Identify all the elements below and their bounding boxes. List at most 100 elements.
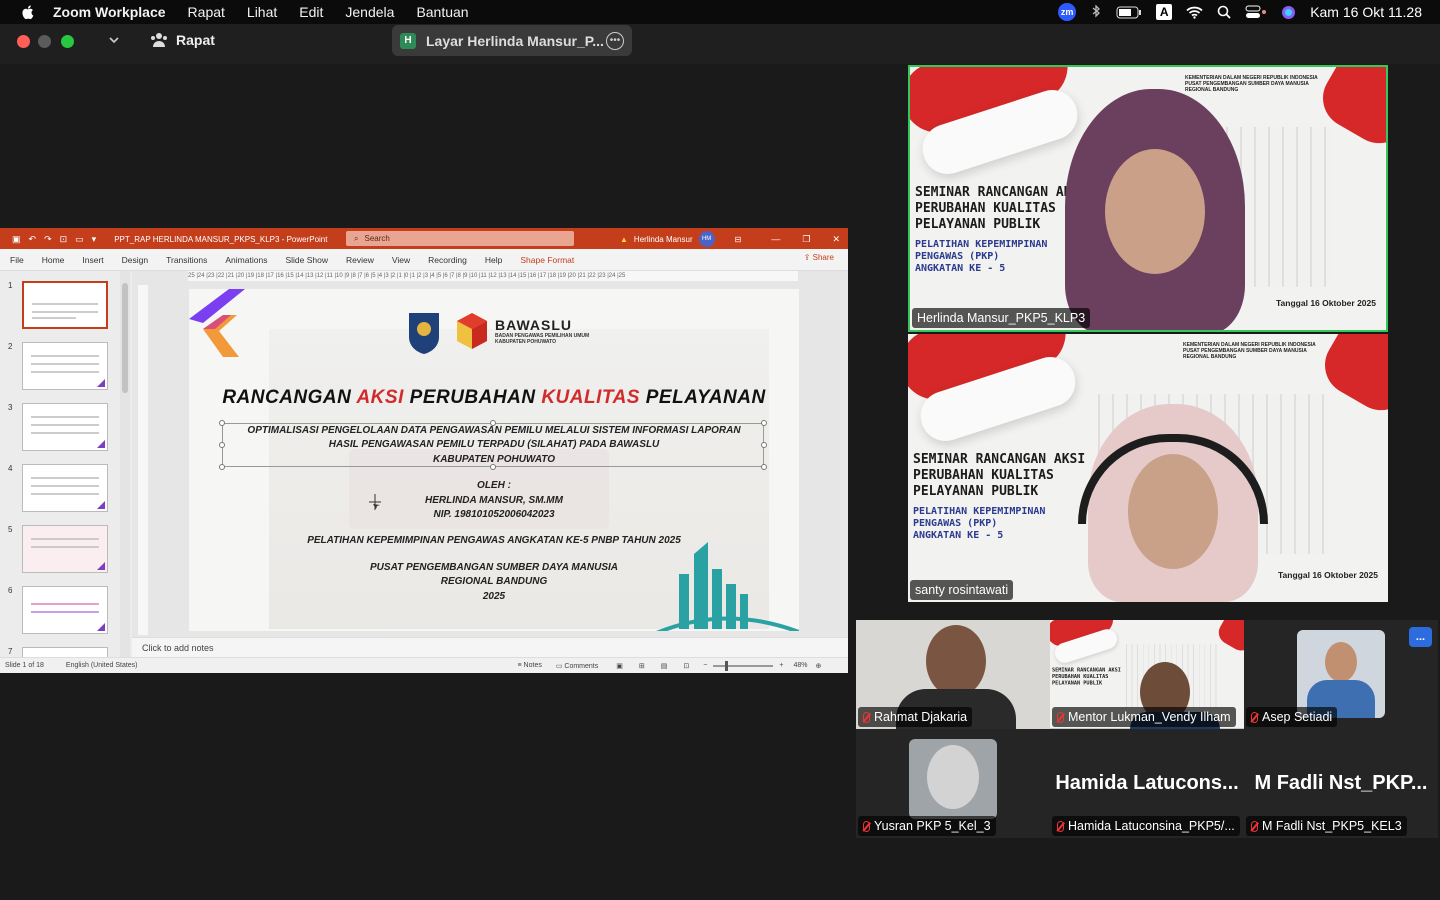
present-icon[interactable]: ⊡ (60, 234, 68, 245)
menu-rapat[interactable]: Rapat (188, 4, 225, 20)
thumbnail-row[interactable]: 3 (6, 403, 126, 455)
thumbnail-scrollbar[interactable] (120, 271, 130, 657)
more-options-icon[interactable]: ••• (606, 31, 624, 50)
screen-share-pill[interactable]: H Layar Herlinda Mansur_P... ••• (392, 25, 632, 56)
tab-shape-format[interactable]: Shape Format (520, 255, 574, 265)
minimize-window-button[interactable] (38, 35, 51, 48)
video-tile-active-speaker[interactable]: KEMENTERIAN DALAM NEGERI REPUBLIK INDONE… (908, 65, 1388, 332)
slide-title[interactable]: RANCANGAN AKSI PERUBAHAN KUALITAS PELAYA… (189, 387, 799, 409)
battery-icon[interactable] (1116, 6, 1142, 19)
siri-icon[interactable] (1281, 5, 1296, 20)
tab-slide-show[interactable]: Slide Show (285, 255, 328, 265)
menu-edit[interactable]: Edit (299, 4, 323, 20)
background-seminar-title: SEMINAR RANCANGAN AKSI PERUBAHAN KUALITAS… (1052, 667, 1121, 686)
video-tile[interactable]: KEMENTERIAN DALAM NEGERI REPUBLIK INDONE… (908, 334, 1388, 602)
horizontal-ruler: 25 |24 |23 |22 |21 |20 |19 |18 |17 |16 |… (188, 271, 798, 281)
chevron-down-icon[interactable] (107, 33, 121, 47)
video-tile[interactable]: Hamida Latucons... Hamida Latuconsina_PK… (1050, 729, 1244, 838)
current-slide[interactable]: BAWASLU BADAN PENGAWAS PEMILIHAN UMUM KA… (189, 289, 799, 631)
thumbnail-number: 3 (8, 403, 13, 412)
thumbnail-row[interactable]: 1 (6, 281, 126, 333)
meeting-info-button[interactable]: Rapat (150, 30, 215, 50)
wifi-icon[interactable] (1186, 6, 1203, 19)
slide-sorter-icon[interactable]: ⊞ (639, 662, 645, 670)
brand-chevron-logo (189, 289, 245, 357)
tab-insert[interactable]: Insert (82, 255, 103, 265)
slide-thumbnail[interactable] (22, 586, 108, 634)
menu-jendela[interactable]: Jendela (345, 4, 394, 20)
thumbnail-row[interactable]: 6 (6, 586, 126, 638)
menu-bantuan[interactable]: Bantuan (416, 4, 468, 20)
slide-thumbnail[interactable] (22, 342, 108, 390)
ppt-minimize-icon[interactable]: — (771, 234, 780, 244)
bluetooth-icon[interactable] (1090, 5, 1102, 19)
video-tile[interactable]: SEMINAR RANCANGAN AKSI PERUBAHAN KUALITAS… (1050, 620, 1244, 729)
tab-recording[interactable]: Recording (428, 255, 467, 265)
bg-seminar-line: PELAYANAN PUBLIK (913, 484, 1039, 499)
save-icon[interactable]: ▣ (12, 234, 21, 245)
redo-icon[interactable]: ↷ (44, 234, 52, 245)
share-icon: ⇪ (803, 253, 813, 262)
control-center-icon[interactable] (1245, 5, 1267, 19)
muted-mic-icon (1251, 711, 1258, 723)
slide-thumbnail[interactable] (22, 647, 108, 657)
zoom-slider-thumb[interactable] (725, 660, 729, 671)
thumbnail-row[interactable]: 4 (6, 464, 126, 516)
tab-review[interactable]: Review (346, 255, 374, 265)
zoom-in-icon[interactable]: + (779, 662, 783, 669)
zoom-status-icon[interactable]: zm (1058, 3, 1077, 21)
ppt-search-box[interactable]: ⌕ Search (346, 231, 574, 246)
ppt-restore-icon[interactable]: ❐ (802, 234, 810, 245)
tab-view[interactable]: View (392, 255, 410, 265)
zoom-level[interactable]: 48% (793, 662, 807, 669)
menubar-clock[interactable]: Kam 16 Okt 11.28 (1310, 4, 1422, 20)
input-source-icon[interactable]: A (1156, 4, 1173, 20)
zoom-out-icon[interactable]: − (703, 662, 707, 669)
reading-view-icon[interactable]: ▤ (661, 662, 668, 670)
comments-toggle[interactable]: ▭ Comments (556, 662, 598, 670)
tab-home[interactable]: Home (42, 255, 65, 265)
normal-view-icon[interactable]: ▣ (616, 662, 623, 670)
bg-training-line: ANGKATAN KE - 5 (913, 530, 1004, 541)
spotlight-search-icon[interactable] (1217, 5, 1231, 19)
tab-transitions[interactable]: Transitions (166, 255, 207, 265)
slide-thumbnail[interactable] (22, 464, 108, 512)
fullscreen-window-button[interactable] (61, 35, 74, 48)
tab-file[interactable]: File (10, 255, 24, 265)
notes-toggle[interactable]: ≡ Notes (518, 662, 542, 669)
zoom-slider[interactable] (713, 660, 774, 671)
gallery-more-button[interactable]: ... (1409, 627, 1432, 647)
apple-icon[interactable] (20, 4, 36, 20)
notes-pane[interactable]: Click to add notes (132, 637, 848, 657)
ppt-share-button[interactable]: ⇪ Share (804, 253, 834, 262)
customize-toolbar-icon[interactable]: ▾ (92, 234, 97, 245)
slide-thumbnail[interactable] (22, 525, 108, 573)
tab-design[interactable]: Design (122, 255, 148, 265)
thumbnail-row[interactable]: 5 (6, 525, 126, 577)
slide-thumbnail[interactable] (22, 281, 108, 329)
undo-icon[interactable]: ↶ (29, 234, 37, 245)
ppt-account[interactable]: ▲ Herlinda Mansur HM ⊟ (620, 229, 741, 249)
participant-name-label: Yusran PKP 5_Kel_3 (858, 816, 996, 836)
participant-video (1078, 404, 1268, 602)
video-tile[interactable]: Rahmat Djakaria (856, 620, 1050, 729)
ribbon-display-icon[interactable]: ⊟ (735, 235, 742, 244)
video-tile[interactable]: M Fadli Nst_PKP... M Fadli Nst_PKP5_KEL3 (1244, 729, 1438, 838)
title-word: RANCANGAN (222, 387, 352, 408)
tab-help[interactable]: Help (485, 255, 502, 265)
language-status[interactable]: English (United States) (66, 662, 138, 669)
slide-thumbnail[interactable] (22, 403, 108, 451)
bg-header-line: REGIONAL BANDUNG (1183, 354, 1237, 360)
new-file-icon[interactable]: ▭ (75, 234, 84, 245)
thumbnail-row[interactable]: 2 (6, 342, 126, 394)
scrollbar-thumb[interactable] (122, 283, 128, 393)
app-menu-zoom[interactable]: Zoom Workplace (53, 4, 166, 20)
ppt-close-icon[interactable]: ✕ (832, 234, 840, 245)
close-window-button[interactable] (17, 35, 30, 48)
video-tile[interactable]: Yusran PKP 5_Kel_3 (856, 729, 1050, 838)
thumbnail-row[interactable]: 7 (6, 647, 126, 657)
menu-lihat[interactable]: Lihat (247, 4, 277, 20)
tab-animations[interactable]: Animations (225, 255, 267, 265)
slideshow-view-icon[interactable]: ⊡ (683, 662, 689, 670)
fit-slide-icon[interactable]: ⊕ (815, 662, 821, 670)
